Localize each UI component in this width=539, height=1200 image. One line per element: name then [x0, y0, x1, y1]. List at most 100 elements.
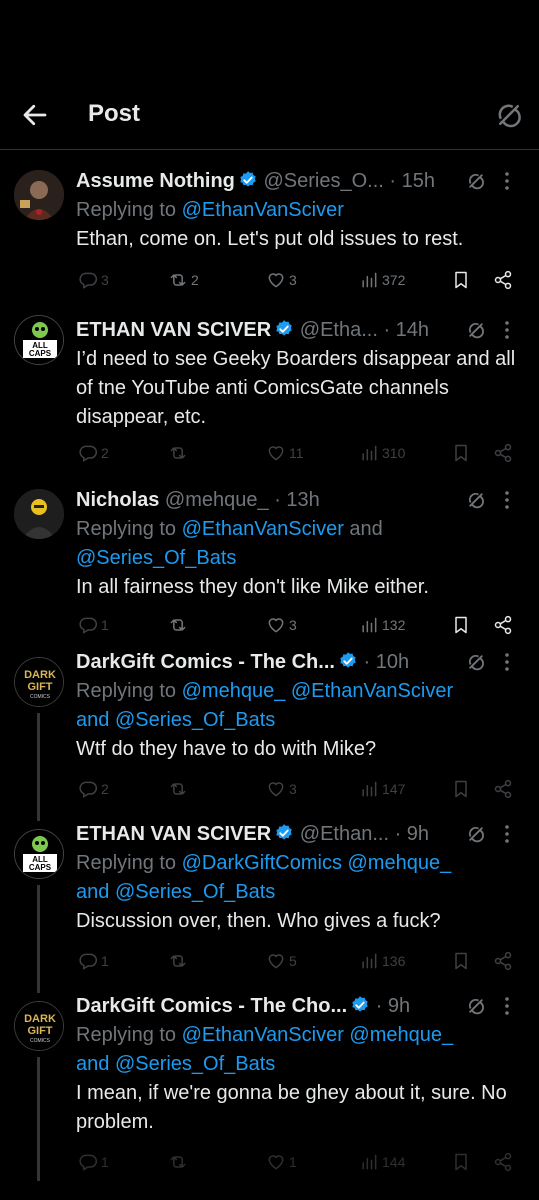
more-options-icon[interactable] — [497, 168, 517, 194]
like-button[interactable]: 1 — [266, 1147, 297, 1177]
reply-button[interactable]: 1 — [78, 610, 109, 640]
tweet[interactable]: ALL CAPS ETHAN VAN SCIVER @Ethan... · 9h… — [0, 819, 539, 991]
retweet-button[interactable] — [168, 438, 188, 468]
views-button[interactable]: 372 — [359, 265, 405, 295]
retweet-button[interactable] — [168, 946, 188, 976]
grok-icon[interactable] — [466, 824, 486, 844]
retweet-button[interactable] — [168, 610, 188, 640]
tweet[interactable]: Nicholas @mehque_ · 13h Replying to @Eth… — [0, 475, 539, 647]
views-button[interactable]: 144 — [359, 1147, 405, 1177]
timestamp[interactable]: · 15h — [389, 170, 435, 192]
dark-gift-logo-icon: DARK GIFT COMICS — [15, 1002, 63, 1050]
grok-icon[interactable] — [494, 100, 524, 130]
author-handle[interactable]: @Series_O... — [263, 170, 383, 192]
avatar[interactable] — [14, 170, 64, 220]
share-button[interactable] — [493, 946, 513, 976]
grok-icon[interactable] — [466, 652, 486, 672]
author-name[interactable]: Assume Nothing — [76, 170, 235, 192]
views-button[interactable]: 310 — [359, 438, 405, 468]
bookmark-button[interactable] — [451, 774, 471, 804]
reply-button[interactable]: 1 — [78, 1147, 109, 1177]
like-button[interactable]: 5 — [266, 946, 297, 976]
author-name[interactable]: DarkGift Comics - The Ch... — [76, 651, 335, 673]
like-button[interactable]: 3 — [266, 265, 297, 295]
reply-button[interactable]: 3 — [78, 265, 109, 295]
mention-link[interactable]: @EthanVanSciver — [182, 518, 344, 540]
avatar[interactable]: DARK GIFT COMICS — [14, 657, 64, 707]
tweet[interactable]: DARK GIFT COMICS DarkGift Comics - The C… — [0, 991, 539, 1181]
tweet[interactable]: DARK GIFT COMICS DarkGift Comics - The C… — [0, 647, 539, 819]
like-button[interactable]: 11 — [266, 438, 304, 468]
page-title: Post — [88, 100, 141, 127]
share-button[interactable] — [493, 774, 513, 804]
like-button[interactable]: 3 — [266, 610, 297, 640]
avatar[interactable]: DARK GIFT COMICS — [14, 1001, 64, 1051]
logo-text: GIFT — [27, 1025, 52, 1037]
share-button[interactable] — [493, 438, 513, 468]
bookmark-button[interactable] — [451, 265, 471, 295]
timestamp[interactable]: · 13h — [274, 489, 320, 511]
bookmark-button[interactable] — [451, 438, 471, 468]
grok-icon[interactable] — [466, 490, 486, 510]
action-bar: 2 3 147 — [76, 774, 526, 804]
share-button[interactable] — [493, 265, 513, 295]
timestamp[interactable]: · 10h — [364, 651, 410, 673]
logo-text: DARK — [24, 669, 56, 681]
author-handle[interactable]: @Ethan... — [300, 823, 389, 845]
like-button[interactable]: 3 — [266, 774, 297, 804]
avatar[interactable]: ALL CAPS — [14, 829, 64, 879]
views-button[interactable]: 132 — [359, 610, 405, 640]
grok-icon[interactable] — [466, 996, 486, 1016]
share-button[interactable] — [493, 610, 513, 640]
mention-link[interactable]: @EthanVanSciver — [182, 199, 344, 221]
bookmark-button[interactable] — [451, 1147, 471, 1177]
retweet-button[interactable]: 2 — [168, 265, 199, 295]
author-handle[interactable]: @Etha... — [300, 319, 378, 341]
bookmark-button[interactable] — [451, 610, 471, 640]
bookmark-button[interactable] — [451, 946, 471, 976]
reply-button[interactable]: 1 — [78, 946, 109, 976]
tweet[interactable]: Assume Nothing @Series_O... · 15h Replyi… — [0, 150, 539, 305]
tweet[interactable]: ALL CAPS ETHAN VAN SCIVER @Etha... · 14h… — [0, 305, 539, 475]
share-icon — [494, 615, 512, 635]
author-name[interactable]: DarkGift Comics - The Cho... — [76, 995, 347, 1017]
retweet-button[interactable] — [168, 774, 188, 804]
mention-link[interactable]: @DarkGiftComics @mehque_ — [182, 852, 452, 874]
reply-button[interactable]: 2 — [78, 774, 109, 804]
more-options-icon[interactable] — [497, 317, 517, 343]
reply-button[interactable]: 2 — [78, 438, 109, 468]
more-options-icon[interactable] — [497, 487, 517, 513]
heart-icon — [268, 1155, 284, 1170]
timestamp[interactable]: · 14h — [383, 319, 429, 341]
grok-icon[interactable] — [466, 171, 486, 191]
author-name[interactable]: Nicholas — [76, 489, 159, 511]
more-options-icon[interactable] — [497, 821, 517, 847]
more-options-icon[interactable] — [497, 649, 517, 675]
views-button[interactable]: 136 — [359, 946, 405, 976]
share-icon — [494, 270, 512, 290]
mention-link[interactable]: @Series_Of_Bats — [115, 709, 275, 731]
mention-link[interactable]: @Series_Of_Bats — [115, 1053, 275, 1075]
mention-link[interactable]: @mehque_ @EthanVanSciver — [182, 680, 454, 702]
share-button[interactable] — [493, 1147, 513, 1177]
mention-link[interactable]: @Series_Of_Bats — [115, 881, 275, 903]
avatar[interactable]: ALL CAPS — [14, 315, 64, 365]
like-count: 3 — [289, 781, 297, 797]
logo-text: CAPS — [29, 349, 52, 358]
more-options-icon[interactable] — [497, 993, 517, 1019]
timestamp[interactable]: · 9h — [395, 823, 429, 845]
like-count: 11 — [289, 445, 304, 461]
heart-icon — [268, 273, 284, 288]
grok-icon[interactable] — [466, 320, 486, 340]
views-button[interactable]: 147 — [359, 774, 405, 804]
back-arrow-icon[interactable] — [20, 100, 50, 130]
author-handle[interactable]: @mehque_ — [165, 489, 269, 511]
retweet-button[interactable] — [168, 1147, 188, 1177]
author-name[interactable]: ETHAN VAN SCIVER — [76, 319, 271, 341]
replying-to: Replying to @EthanVanSciver and @Series_O… — [76, 515, 527, 573]
author-name[interactable]: ETHAN VAN SCIVER — [76, 823, 271, 845]
avatar[interactable] — [14, 489, 64, 539]
timestamp[interactable]: · 9h — [376, 995, 410, 1017]
mention-link[interactable]: @Series_Of_Bats — [76, 547, 236, 569]
mention-link[interactable]: @EthanVanSciver @mehque_ — [182, 1024, 454, 1046]
